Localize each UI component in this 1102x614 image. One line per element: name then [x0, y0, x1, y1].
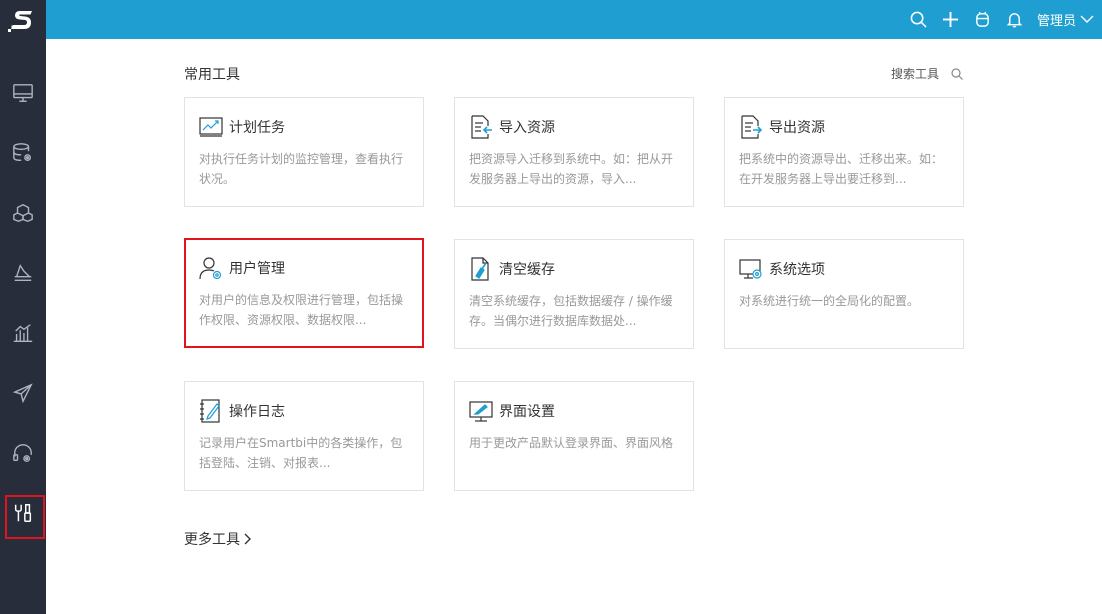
resource-button[interactable] [967, 0, 999, 39]
clear-cache-icon [471, 257, 489, 281]
user-gear-icon [199, 257, 222, 280]
card-title: 系统选项 [769, 262, 825, 278]
export-document-icon [741, 115, 763, 139]
card-header: 清空缓存 [469, 257, 555, 281]
plus-icon [943, 11, 959, 28]
sidebar-item-chart[interactable] [0, 303, 46, 363]
card-title: 界面设置 [499, 404, 555, 420]
bell-icon [1007, 13, 1023, 28]
card-description: 对用户的信息及权限进行管理，包括操作权限、资源权限、数据权限... [199, 293, 404, 327]
tool-card-schedule[interactable]: 计划任务 对执行任务计划的监控管理，查看执行状况。 [184, 97, 424, 207]
layers-icon [14, 264, 32, 282]
more-tools-link[interactable]: 更多工具 [184, 529, 252, 549]
card-header: 操作日志 [199, 399, 285, 423]
sidebar-item-monitor[interactable] [0, 63, 46, 123]
sidebar-item-support[interactable] [0, 423, 46, 483]
card-description: 记录用户在Smartbi中的各类操作，包括登陆、注销、对报表... [199, 436, 403, 470]
card-description: 对系统进行统一的全局化的配置。 [739, 294, 920, 308]
tool-card-interface-settings[interactable]: 界面设置 用于更改产品默认登录界面、界面风格 [454, 381, 694, 491]
card-title: 计划任务 [229, 120, 285, 136]
screen-brush-icon [469, 401, 493, 422]
notification-button[interactable] [999, 0, 1031, 39]
add-button[interactable] [935, 0, 967, 39]
card-description: 把资源导入迁移到系统中。如：把从开发服务器上导出的资源，导入... [469, 152, 674, 186]
card-title: 清空缓存 [499, 262, 555, 278]
bar-chart-icon [13, 324, 33, 342]
search-tools[interactable]: 搜索工具 [891, 65, 963, 82]
user-name: 管理员 [1036, 14, 1076, 29]
sidebar-item-database[interactable] [0, 123, 46, 183]
chevron-down-icon [1080, 15, 1094, 23]
cubes-icon [13, 203, 33, 222]
card-header: 导入资源 [469, 115, 555, 139]
sidebar-item-send[interactable] [0, 363, 46, 423]
card-header: 界面设置 [469, 399, 555, 423]
search-icon [951, 67, 963, 80]
search-tools-label: 搜索工具 [891, 67, 940, 81]
system-settings-icon [739, 259, 762, 279]
tool-card-import[interactable]: 导入资源 把资源导入迁移到系统中。如：把从开发服务器上导出的资源，导入... [454, 97, 694, 207]
paper-plane-icon [12, 383, 33, 404]
card-title: 导出资源 [769, 120, 825, 136]
import-document-icon [471, 115, 492, 139]
card-header: 系统选项 [739, 257, 825, 281]
sidebar [0, 0, 46, 614]
card-description: 对执行任务计划的监控管理，查看执行状况。 [199, 152, 404, 186]
user-menu[interactable]: 管理员 [1031, 0, 1102, 39]
tool-card-system-options[interactable]: 系统选项 对系统进行统一的全局化的配置。 [724, 239, 964, 349]
chevron-right-icon [244, 533, 251, 545]
schedule-chart-icon [199, 117, 223, 137]
card-header: 导出资源 [739, 115, 825, 139]
search-icon [911, 11, 928, 28]
tool-card-operation-log[interactable]: 操作日志 记录用户在Smartbi中的各类操作，包括登陆、注销、对报表... [184, 381, 424, 491]
headset-gear-icon [13, 444, 32, 462]
card-header: 计划任务 [199, 115, 285, 139]
tool-card-export[interactable]: 导出资源 把系统中的资源导出、迁移出来。如：在开发服务器上导出要迁移到... [724, 97, 964, 207]
monitor-icon [13, 84, 33, 102]
sidebar-nav [0, 63, 46, 543]
top-bar-actions: 管理员 [903, 0, 1102, 39]
tool-card-user-management[interactable]: 用户管理 对用户的信息及权限进行管理，包括操作权限、资源权限、数据权限... [184, 238, 424, 348]
more-tools-label: 更多工具 [184, 532, 240, 548]
smartbi-logo-icon [8, 10, 32, 32]
logo[interactable] [0, 0, 46, 39]
card-title: 导入资源 [499, 120, 555, 136]
section-title: 常用工具 [184, 67, 240, 83]
card-description: 把系统中的资源导出、迁移出来。如：在开发服务器上导出要迁移到... [739, 152, 944, 186]
sidebar-item-cubes[interactable] [0, 183, 46, 243]
card-title: 操作日志 [229, 404, 285, 420]
card-header: 用户管理 [199, 256, 285, 280]
search-button[interactable] [903, 0, 935, 39]
card-description: 清空系统缓存，包括数据缓存 / 操作缓存。当偶尔进行数据库数据处... [469, 294, 673, 328]
sidebar-item-tools[interactable] [0, 483, 46, 543]
sidebar-item-layers[interactable] [0, 243, 46, 303]
database-gear-icon [13, 143, 32, 162]
tool-card-clear-cache[interactable]: 清空缓存 清空系统缓存，包括数据缓存 / 操作缓存。当偶尔进行数据库数据处... [454, 239, 694, 349]
app-root: 管理员 常用工具 搜索工具 计划任务 对执行任务计划的监控管理，查看执行状况。 … [0, 0, 1102, 614]
card-description: 用于更改产品默认登录界面、界面风格 [469, 436, 674, 450]
log-notebook-icon [200, 399, 220, 423]
robot-icon [976, 11, 990, 27]
card-title: 用户管理 [229, 261, 285, 277]
tools-icon [14, 504, 32, 522]
top-bar: 管理员 [46, 0, 1102, 39]
